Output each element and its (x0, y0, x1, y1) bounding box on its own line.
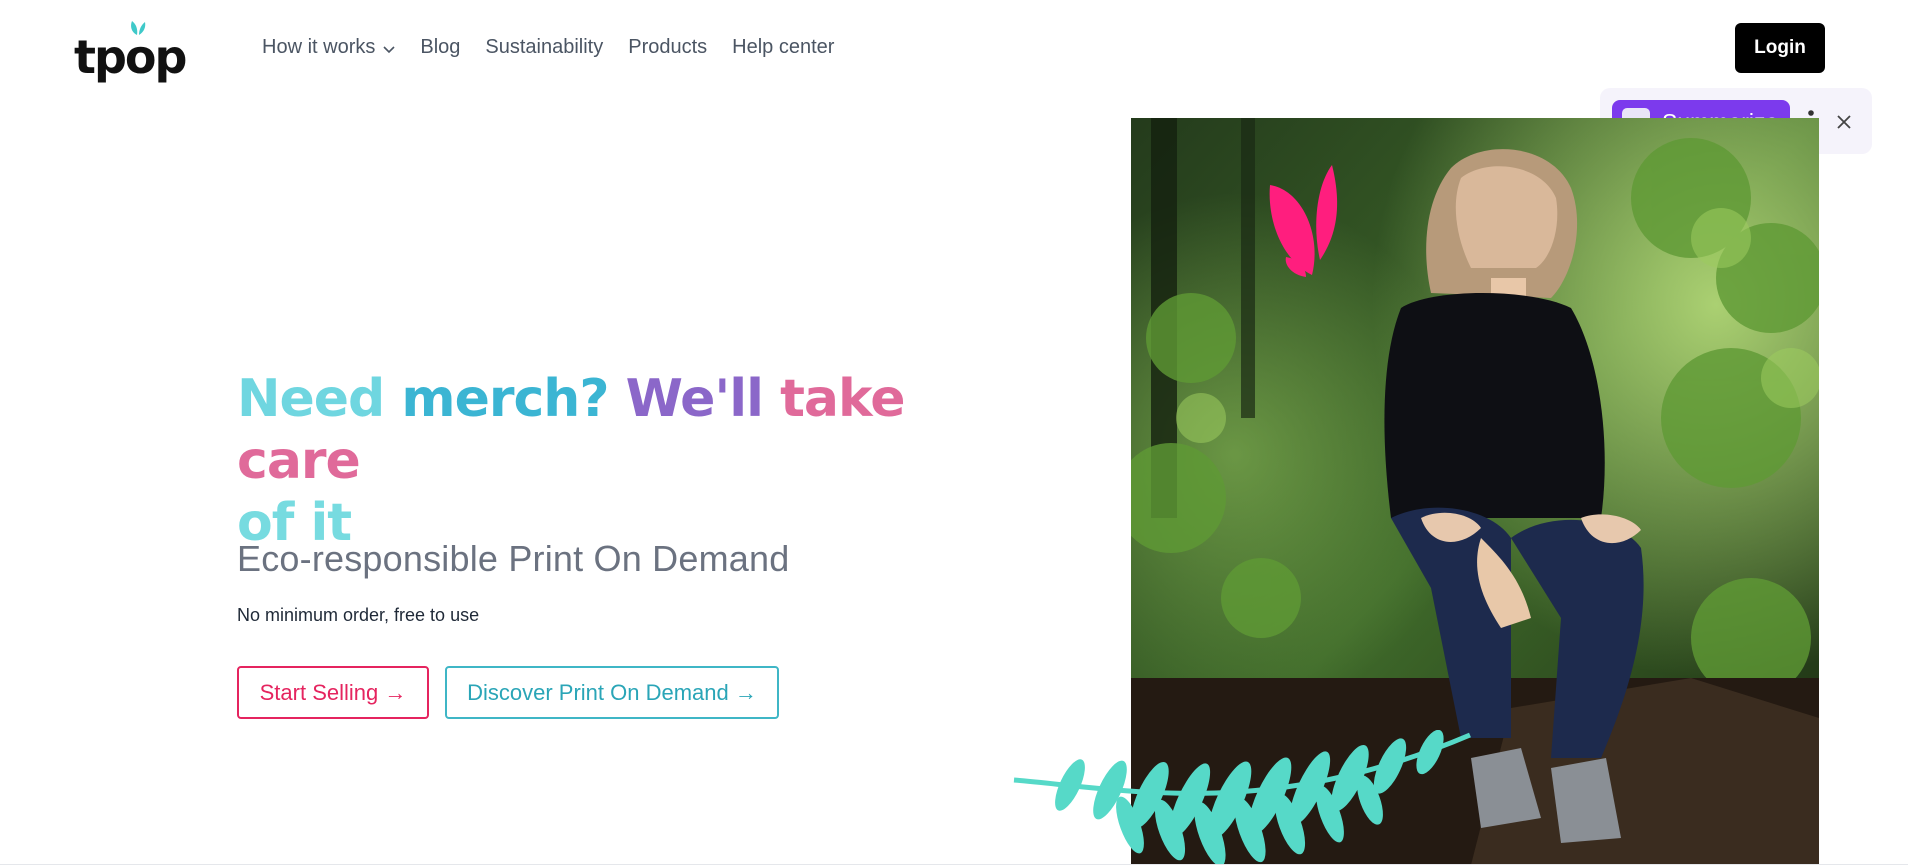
hero-title-part: merch? (401, 369, 626, 429)
pink-butterfly-decoration (1269, 165, 1338, 277)
hero-subtitle: Eco-responsible Print On Demand (237, 538, 790, 579)
fern-leaf-decoration (1013, 730, 1471, 865)
nav-blog[interactable]: Blog (420, 36, 460, 59)
close-icon[interactable] (1832, 110, 1856, 134)
logo-text: tpop (74, 30, 187, 84)
hero-title: Need merch? We'll take care of it (237, 368, 977, 554)
start-selling-button[interactable]: Start Selling → (237, 666, 429, 719)
nav-how-it-works[interactable]: How it works (262, 36, 395, 59)
hero-title-part: We'll (625, 369, 781, 429)
nav-how-it-works-label: How it works (262, 36, 376, 58)
hero-tagline: No minimum order, free to use (237, 605, 480, 625)
hero-title-part: Need (237, 369, 402, 429)
tpop-logo[interactable]: tpop (74, 20, 187, 84)
site-header: tpop How it works Blog Sustainability Pr… (0, 0, 1908, 98)
discover-print-on-demand-button[interactable]: Discover Print On Demand → (445, 666, 779, 719)
chevron-down-icon (383, 45, 395, 53)
main-nav: How it works Blog Sustainability Product… (262, 36, 859, 59)
leaf-logo-icon (131, 21, 146, 35)
nav-help-center[interactable]: Help center (732, 36, 834, 59)
nav-sustainability[interactable]: Sustainability (485, 36, 603, 59)
nav-products[interactable]: Products (628, 36, 707, 59)
login-button[interactable]: Login (1735, 23, 1825, 73)
